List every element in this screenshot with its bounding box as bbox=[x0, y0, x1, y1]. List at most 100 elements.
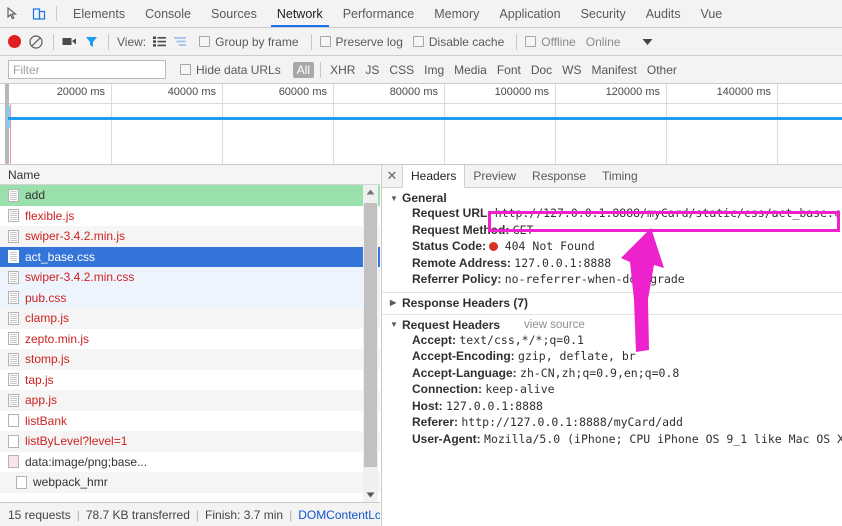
kv-value: 404 Not Found bbox=[504, 239, 595, 253]
kv-key: Host: bbox=[412, 398, 443, 413]
kv-key: Status Code: bbox=[412, 239, 487, 253]
request-row[interactable]: zepto.min.js bbox=[0, 328, 380, 349]
filter-type-font[interactable]: Font bbox=[492, 63, 526, 77]
device-toggle-icon[interactable] bbox=[26, 0, 52, 27]
tab-console[interactable]: Console bbox=[135, 0, 201, 27]
kv-status-code: Status Code: 404 Not Found bbox=[390, 238, 842, 255]
offline-checkbox[interactable]: Offline bbox=[525, 35, 576, 49]
filter-type-media[interactable]: Media bbox=[449, 63, 492, 77]
network-timeline-overview[interactable]: 20000 ms 40000 ms 60000 ms 80000 ms 100000 m… bbox=[0, 84, 842, 165]
record-icon[interactable] bbox=[8, 35, 21, 48]
filter-type-ws[interactable]: WS bbox=[557, 63, 586, 77]
status-error-dot-icon bbox=[489, 242, 499, 251]
kv-key: Remote Address: bbox=[412, 255, 511, 270]
filter-funnel-icon[interactable] bbox=[85, 35, 98, 48]
detail-tab-timing[interactable]: Timing bbox=[594, 165, 646, 187]
request-row[interactable]: webpack_hmr bbox=[0, 472, 380, 493]
tab-security[interactable]: Security bbox=[571, 0, 636, 27]
kv-key: Accept-Language: bbox=[412, 365, 517, 380]
filter-type-doc[interactable]: Doc bbox=[526, 63, 557, 77]
tab-elements[interactable]: Elements bbox=[63, 0, 135, 27]
disable-cache-checkbox[interactable]: Disable cache bbox=[412, 35, 504, 49]
kv-key: Request Method: bbox=[412, 222, 510, 237]
list-view-icon[interactable] bbox=[153, 36, 167, 47]
inspect-cursor-icon[interactable] bbox=[0, 0, 26, 27]
kv-key: Request URL: bbox=[412, 206, 492, 220]
filter-type-manifest[interactable]: Manifest bbox=[587, 63, 642, 77]
timeline-load-event-line bbox=[10, 104, 11, 164]
detail-tab-response[interactable]: Response bbox=[524, 165, 594, 187]
request-row[interactable]: tap.js bbox=[0, 369, 380, 390]
tab-audits[interactable]: Audits bbox=[636, 0, 691, 27]
request-headers-header[interactable]: ▼ Request Headers view source bbox=[390, 318, 842, 332]
request-row[interactable]: add bbox=[0, 185, 380, 206]
request-row[interactable]: swiper-3.4.2.min.css bbox=[0, 267, 380, 288]
document-icon bbox=[8, 373, 19, 387]
capture-screenshots-icon[interactable] bbox=[62, 36, 77, 47]
hide-data-urls-label: Hide data URLs bbox=[196, 62, 281, 77]
status-domcontentloaded[interactable]: DOMContentLo... bbox=[298, 508, 380, 522]
filter-type-js[interactable]: JS bbox=[360, 63, 384, 77]
detail-tab-preview[interactable]: Preview bbox=[465, 165, 524, 187]
group-by-frame-checkbox[interactable]: Group by frame bbox=[199, 35, 299, 49]
timeline-tick-label: 60000 ms bbox=[278, 86, 327, 98]
waterfall-view-icon[interactable] bbox=[174, 36, 187, 47]
request-row-name: add bbox=[25, 188, 46, 203]
devtools-tabbar: Elements Console Sources Network Perform… bbox=[0, 0, 842, 28]
request-row-name: flexible.js bbox=[25, 208, 75, 223]
request-row[interactable]: data:image/png;base... bbox=[0, 451, 380, 472]
filter-type-css[interactable]: CSS bbox=[384, 63, 419, 77]
request-row[interactable]: listBank bbox=[0, 410, 380, 431]
response-headers-header[interactable]: ▶ Response Headers (7) bbox=[390, 296, 842, 310]
kv-key: Connection: bbox=[412, 382, 482, 396]
requests-scrollbar[interactable] bbox=[363, 185, 378, 502]
request-row[interactable]: stomp.js bbox=[0, 349, 380, 370]
tab-network[interactable]: Network bbox=[267, 0, 333, 27]
request-row-name: data:image/png;base... bbox=[25, 454, 148, 469]
timeline-tick-label: 100000 ms bbox=[494, 86, 549, 98]
scroll-up-arrow-icon[interactable] bbox=[363, 185, 378, 199]
tab-memory[interactable]: Memory bbox=[424, 0, 489, 27]
filter-input[interactable] bbox=[8, 60, 166, 79]
request-row[interactable]: app.js bbox=[0, 390, 380, 411]
general-section-header[interactable]: ▼ General bbox=[390, 191, 842, 205]
kv-value: http://127.0.0.1:8888/myCard/add bbox=[461, 415, 683, 429]
kv-key: Referrer Policy: bbox=[412, 272, 502, 286]
request-row[interactable]: listByLevel?level=1 bbox=[0, 431, 380, 452]
toolbar-divider bbox=[53, 33, 54, 50]
tab-vue[interactable]: Vue bbox=[690, 0, 732, 27]
toolbar-divider-3 bbox=[310, 33, 312, 50]
detail-tab-headers[interactable]: Headers bbox=[402, 165, 466, 188]
timeline-request-bar bbox=[8, 117, 842, 120]
scroll-down-arrow-icon[interactable] bbox=[363, 488, 378, 502]
tab-performance[interactable]: Performance bbox=[333, 0, 425, 27]
tab-label: Elements bbox=[73, 6, 126, 21]
kv-connection: Connection: keep-alive bbox=[390, 381, 842, 398]
kv-value: zh-CN,zh;q=0.9,en;q=0.8 bbox=[520, 365, 680, 380]
request-row[interactable]: act_base.css bbox=[0, 246, 380, 267]
tab-application[interactable]: Application bbox=[489, 0, 570, 27]
kv-value[interactable]: http://127.0.0.1:8888/myCard/static/css/… bbox=[495, 206, 842, 220]
chevron-down-icon[interactable] bbox=[642, 35, 653, 49]
tab-sources[interactable]: Sources bbox=[201, 0, 267, 27]
clear-icon[interactable] bbox=[29, 34, 43, 49]
view-source-link[interactable]: view source bbox=[524, 319, 585, 331]
request-row[interactable]: flexible.js bbox=[0, 205, 380, 226]
filter-type-other[interactable]: Other bbox=[642, 63, 682, 77]
filter-type-img[interactable]: Img bbox=[419, 63, 449, 77]
tab-label: Memory bbox=[434, 6, 480, 21]
request-row[interactable]: pub.css bbox=[0, 287, 380, 308]
request-row[interactable]: clamp.js bbox=[0, 308, 380, 329]
request-row[interactable]: swiper-3.4.2.min.js bbox=[0, 226, 380, 247]
scrollbar-thumb[interactable] bbox=[364, 203, 377, 467]
triangle-down-icon: ▼ bbox=[390, 320, 398, 329]
hide-data-urls-checkbox[interactable]: Hide data URLs bbox=[180, 63, 281, 77]
filter-type-xhr[interactable]: XHR bbox=[325, 63, 360, 77]
filter-bar: Hide data URLs All XHR JS CSS Img Media … bbox=[0, 56, 842, 84]
preserve-log-checkbox[interactable]: Preserve log bbox=[319, 35, 403, 49]
requests-column-header[interactable]: Name bbox=[0, 165, 380, 185]
filter-type-all[interactable]: All bbox=[292, 61, 315, 78]
timeline-tick-label: 20000 ms bbox=[56, 86, 105, 98]
close-icon[interactable]: ✕ bbox=[382, 165, 402, 187]
blank-document-icon bbox=[8, 434, 19, 448]
